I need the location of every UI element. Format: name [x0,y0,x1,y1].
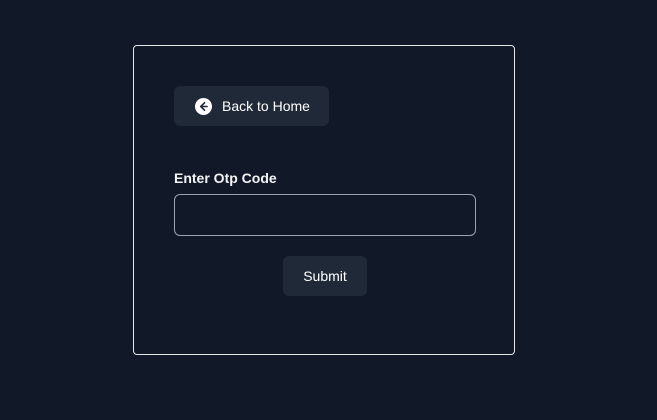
back-button-label: Back to Home [222,98,310,114]
submit-button[interactable]: Submit [283,256,367,296]
page: Back to Home Enter Otp Code Submit [0,0,657,420]
otp-card: Back to Home Enter Otp Code Submit [133,45,515,355]
arrow-left-circle-icon [195,97,212,115]
otp-code-input[interactable] [174,194,476,236]
back-to-home-button[interactable]: Back to Home [174,86,329,126]
otp-code-label: Enter Otp Code [174,170,277,186]
